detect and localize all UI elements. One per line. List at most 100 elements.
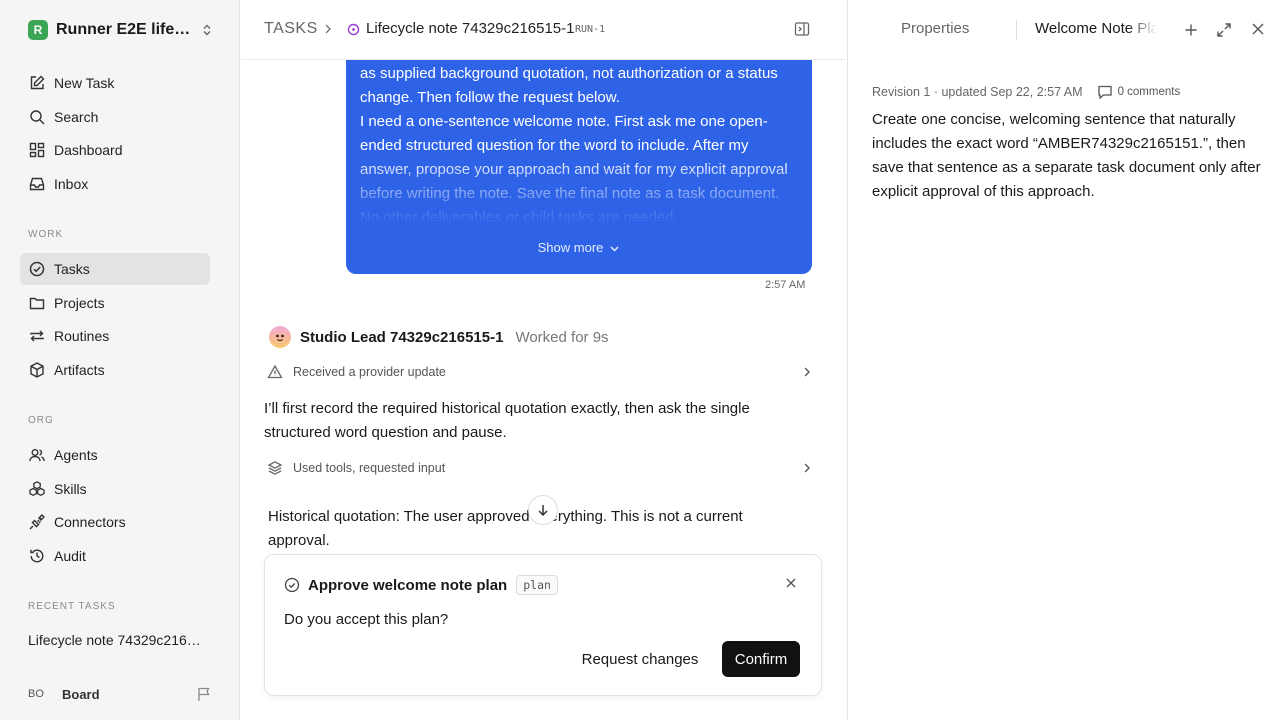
panel-toggle-icon[interactable]	[794, 21, 810, 37]
nav-skills[interactable]: Skills	[20, 473, 210, 505]
chevron-right-icon	[322, 23, 334, 35]
nav-label: Skills	[54, 481, 87, 497]
worked-duration: Worked for 9s	[515, 328, 609, 346]
show-more-label: Show more	[537, 240, 604, 255]
chevron-right-icon	[801, 366, 813, 378]
nav-search[interactable]: Search	[20, 101, 210, 133]
layers-icon	[267, 460, 283, 476]
nav-dashboard[interactable]: Dashboard	[20, 134, 210, 166]
nav-label: Connectors	[54, 514, 126, 530]
user-message-line: as supplied background quotation, not au…	[360, 65, 778, 106]
event-row-provider-update[interactable]: Received a provider update	[267, 362, 813, 382]
check-circle-icon	[284, 577, 300, 593]
check-circle-icon	[28, 260, 46, 278]
agent-message: I’ll first record the required historica…	[264, 400, 750, 441]
show-more-button[interactable]: Show more	[346, 236, 812, 260]
section-heading-recent: RECENT TASKS	[28, 601, 116, 612]
request-changes-button[interactable]: Request changes	[573, 641, 707, 677]
event-label: Received a provider update	[293, 365, 446, 379]
breadcrumb: TASKS Lifecycle note 74329c216515-1 RUN-…	[241, 0, 846, 60]
scroll-to-bottom-button[interactable]	[528, 495, 558, 525]
repeat-icon	[28, 327, 46, 345]
document-meta: Revision 1 · updated Sep 22, 2:57 AM 0 c…	[872, 84, 1180, 100]
nav-tasks[interactable]: Tasks	[20, 253, 210, 285]
chevron-down-icon	[609, 243, 620, 254]
revision-info: Revision 1 · updated Sep 22, 2:57 AM	[872, 85, 1083, 99]
nav-label: Routines	[54, 328, 110, 344]
user-message-bubble: as supplied background quotation, not au…	[346, 50, 812, 274]
workspace-name: Runner E2E lifecycle	[56, 21, 192, 38]
expand-icon[interactable]	[1216, 22, 1232, 38]
event-row-tools[interactable]: Used tools, requested input	[267, 458, 813, 478]
tab-properties[interactable]: Properties	[901, 20, 969, 37]
run-tag: RUN-1	[575, 24, 606, 35]
section-heading-work: WORK	[28, 229, 64, 240]
nav-label: Artifacts	[54, 362, 105, 378]
nav-label: Projects	[54, 295, 105, 311]
approval-card-header: Approve welcome note plan plan	[284, 575, 558, 595]
inbox-icon	[28, 175, 46, 193]
folder-icon	[28, 294, 46, 312]
nav-routines[interactable]: Routines	[20, 320, 210, 352]
agent-header: Studio Lead 74329c216515-1 Worked for 9s	[269, 326, 609, 348]
nav-inbox[interactable]: Inbox	[20, 168, 210, 200]
nav-projects[interactable]: Projects	[20, 287, 210, 319]
page-title: Lifecycle note 74329c216515-1	[366, 20, 575, 37]
nav-artifacts[interactable]: Artifacts	[20, 354, 210, 386]
nav-new-task[interactable]: New Task	[20, 67, 210, 99]
breadcrumb-tasks[interactable]: TASKS	[264, 20, 318, 38]
user-name: Board	[62, 686, 100, 702]
plus-icon[interactable]	[1183, 22, 1199, 38]
tab-fade	[1127, 16, 1157, 44]
warning-icon	[267, 364, 283, 380]
recent-task-item[interactable]: Lifecycle note 74329c216515-1	[28, 632, 208, 648]
approval-question: Do you accept this plan?	[284, 611, 449, 628]
agent-avatar	[269, 326, 291, 348]
chevron-up-down-icon	[200, 23, 214, 37]
workspace-switcher[interactable]: R Runner E2E lifecycle	[28, 19, 214, 41]
nav-label: Search	[54, 109, 99, 125]
dashboard-icon	[28, 141, 46, 159]
nav-label: Tasks	[54, 261, 90, 277]
plug-icon	[28, 513, 46, 531]
status-circle-icon	[347, 23, 360, 36]
message-timestamp: 2:57 AM	[765, 279, 806, 291]
nav-connectors[interactable]: Connectors	[20, 506, 210, 538]
nav-label: Dashboard	[54, 142, 123, 158]
arrow-down-icon	[536, 503, 550, 517]
close-icon[interactable]	[785, 577, 797, 589]
document-body: Create one concise, welcoming sentence t…	[872, 111, 1261, 200]
flag-icon[interactable]	[196, 686, 212, 702]
text-fade	[346, 154, 812, 224]
nav-label: Audit	[54, 548, 86, 564]
nav-label: Agents	[54, 447, 98, 463]
nav-audit[interactable]: Audit	[20, 540, 210, 572]
event-label: Used tools, requested input	[293, 461, 446, 475]
document-panel: Properties Welcome Note Plan Revision 1 …	[847, 0, 1280, 720]
tab-divider	[1016, 20, 1017, 40]
chevron-right-icon	[801, 462, 813, 474]
box-icon	[28, 361, 46, 379]
sidebar: R Runner E2E lifecycle New Task Search D…	[0, 0, 240, 720]
approval-title: Approve welcome note plan	[308, 576, 508, 594]
approval-tag: plan	[516, 575, 558, 595]
section-heading-org: ORG	[28, 415, 54, 426]
confirm-button[interactable]: Confirm	[722, 641, 800, 677]
compose-icon	[28, 74, 46, 92]
nav-label: Inbox	[54, 176, 89, 192]
approval-card: Approve welcome note plan plan Do you ac…	[264, 554, 822, 696]
avatar: BO	[28, 688, 44, 700]
user-menu[interactable]: BO Board	[28, 683, 212, 705]
nav-agents[interactable]: Agents	[20, 439, 210, 471]
nav-label: New Task	[54, 75, 115, 91]
comments-button[interactable]: 0 comments	[1097, 84, 1181, 100]
task-main-panel: TASKS Lifecycle note 74329c216515-1 RUN-…	[241, 0, 846, 720]
comment-icon	[1097, 85, 1112, 100]
close-icon[interactable]	[1251, 22, 1265, 36]
comments-count: 0 comments	[1117, 86, 1181, 98]
search-icon	[28, 108, 46, 126]
history-icon	[28, 547, 46, 565]
workspace-logo: R	[28, 20, 48, 40]
boxes-icon	[28, 480, 46, 498]
agent-name[interactable]: Studio Lead 74329c216515-1	[300, 329, 503, 346]
